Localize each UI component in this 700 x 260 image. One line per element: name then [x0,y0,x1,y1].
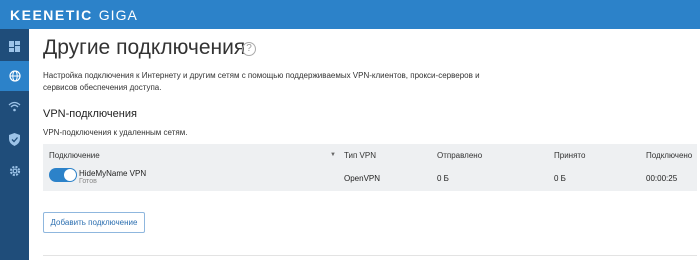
sort-arrow-icon: ▼ [330,152,336,158]
page-description: Настройка подключения к Интернету и друг… [43,71,480,92]
sidebar-item-wifi[interactable] [0,91,29,121]
shield-icon [9,132,20,146]
divider [43,255,697,256]
sidebar-item-dashboard[interactable] [0,31,29,61]
column-header-type[interactable]: Тип VPN [344,151,376,160]
dashboard-icon [9,40,20,52]
toggle-knob [64,169,76,181]
column-header-connected[interactable]: Подключено [646,151,692,160]
page-title: Другие подключения [43,36,246,59]
sidebar [0,29,29,260]
cell-connected: 00:00:25 [646,174,678,183]
cell-vpn-type: OpenVPN [344,174,381,183]
column-header-connection[interactable]: Подключение [49,151,100,160]
column-header-received[interactable]: Принято [554,151,585,160]
wifi-icon [8,101,21,111]
column-header-sent[interactable]: Отправлено [437,151,482,160]
cell-sent: 0 Б [437,174,449,183]
globe-icon [8,70,21,82]
connection-name[interactable]: HideMyName VPN [79,169,146,178]
add-connection-button[interactable]: Добавить подключение [43,212,145,233]
sidebar-item-settings[interactable] [0,156,29,186]
gear-icon [9,165,20,177]
cell-received: 0 Б [554,174,566,183]
vpn-section-description: VPN-подключения к удаленным сетям. [43,128,188,137]
brand-primary: KEENETIC [10,6,93,23]
vpn-section-title: VPN-подключения [43,108,137,120]
sidebar-item-internet[interactable] [0,61,29,91]
brand-logo: KEENETIC GIGA [10,7,138,23]
vpn-enable-toggle[interactable] [49,168,77,182]
brand-secondary: GIGA [98,6,138,23]
sidebar-item-security[interactable] [0,124,29,154]
help-icon[interactable]: ? [242,42,256,56]
vpn-table: Подключение ▼ Тип VPN Отправлено Принято… [43,144,697,191]
connection-status: Готов [79,178,97,185]
top-bar: KEENETIC GIGA [0,0,700,29]
main-content: Другие подключения ? Настройка подключен… [29,29,700,260]
